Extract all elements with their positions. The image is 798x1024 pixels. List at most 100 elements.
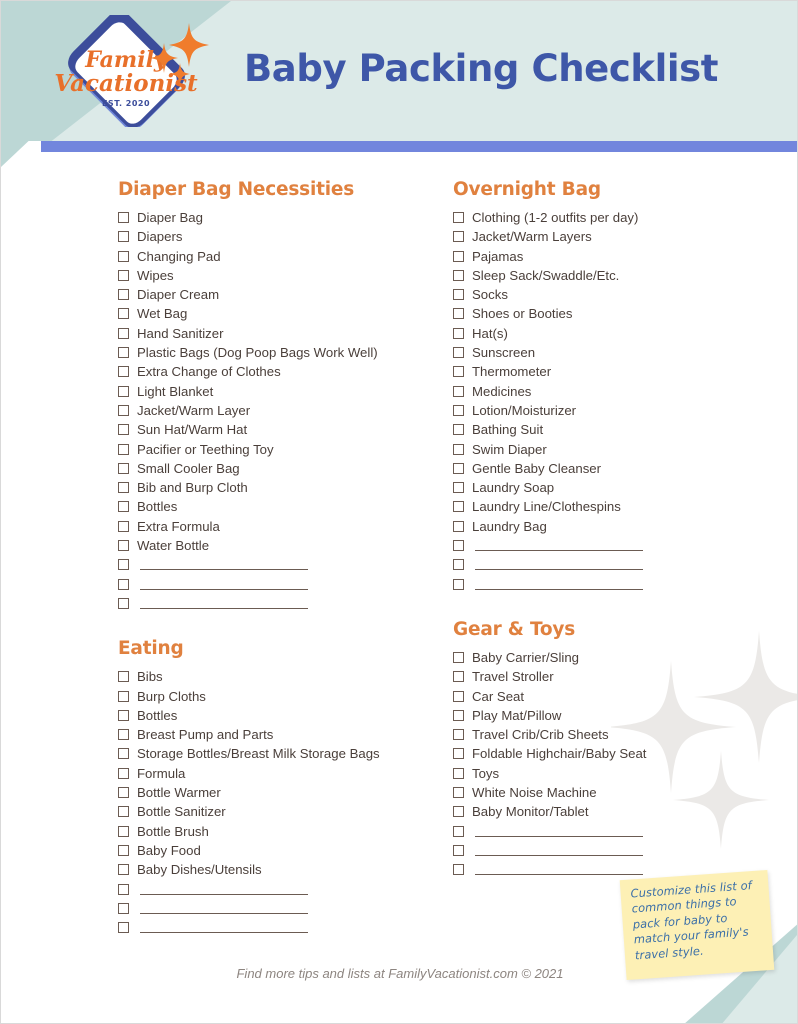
- checklist-item[interactable]: Diaper Cream: [118, 286, 448, 305]
- checklist-item[interactable]: White Noise Machine: [453, 784, 783, 803]
- checkbox-icon[interactable]: [118, 366, 129, 378]
- checklist-item[interactable]: Lotion/Moisturizer: [453, 402, 783, 421]
- checkbox-icon[interactable]: [453, 404, 464, 416]
- checkbox-icon[interactable]: [453, 212, 464, 223]
- checklist-item[interactable]: Extra Formula: [118, 518, 448, 537]
- checklist-item[interactable]: Jacket/Warm Layers: [453, 228, 783, 247]
- checkbox-icon[interactable]: [453, 443, 464, 455]
- checkbox-icon[interactable]: [453, 690, 464, 702]
- checkbox-icon[interactable]: [453, 327, 464, 339]
- checkbox-icon[interactable]: [453, 651, 464, 663]
- checklist-item[interactable]: Water Bottle: [118, 537, 448, 556]
- checklist-item[interactable]: Storage Bottles/Breast Milk Storage Bags: [118, 745, 448, 764]
- checkbox-icon[interactable]: [118, 844, 129, 856]
- checklist-item[interactable]: Play Mat/Pillow: [453, 707, 783, 726]
- checkbox-icon[interactable]: [118, 902, 129, 914]
- write-in-line[interactable]: [140, 912, 308, 914]
- checkbox-icon[interactable]: [118, 250, 129, 262]
- checklist-item[interactable]: Pacifier or Teething Toy: [118, 441, 448, 460]
- checkbox-icon[interactable]: [118, 501, 129, 513]
- checkbox-icon[interactable]: [118, 690, 129, 702]
- checkbox-icon[interactable]: [118, 806, 129, 818]
- checklist-item[interactable]: Travel Stroller: [453, 668, 783, 687]
- checkbox-icon[interactable]: [118, 289, 129, 301]
- checkbox-icon[interactable]: [453, 825, 464, 837]
- checklist-write-in-row[interactable]: [118, 576, 448, 595]
- checkbox-icon[interactable]: [453, 806, 464, 818]
- checkbox-icon[interactable]: [453, 462, 464, 474]
- checkbox-icon[interactable]: [118, 883, 129, 895]
- checklist-item[interactable]: Laundry Line/Clothespins: [453, 498, 783, 517]
- checkbox-icon[interactable]: [118, 443, 129, 455]
- checkbox-icon[interactable]: [453, 289, 464, 301]
- checklist-item[interactable]: Bathing Suit: [453, 421, 783, 440]
- checkbox-icon[interactable]: [118, 385, 129, 397]
- checklist-item[interactable]: Clothing (1-2 outfits per day): [453, 209, 783, 228]
- checklist-write-in-row[interactable]: [118, 595, 448, 614]
- checklist-item[interactable]: Burp Cloths: [118, 688, 448, 707]
- checkbox-icon[interactable]: [118, 922, 129, 934]
- checklist-item[interactable]: Swim Diaper: [453, 441, 783, 460]
- checklist-item[interactable]: Socks: [453, 286, 783, 305]
- checklist-item[interactable]: Hat(s): [453, 325, 783, 344]
- checkbox-icon[interactable]: [453, 501, 464, 513]
- checkbox-icon[interactable]: [453, 520, 464, 532]
- checklist-item[interactable]: Sleep Sack/Swaddle/Etc.: [453, 267, 783, 286]
- checklist-write-in-row[interactable]: [118, 900, 448, 919]
- write-in-line[interactable]: [140, 607, 308, 609]
- checklist-write-in-row[interactable]: [453, 842, 783, 861]
- checkbox-icon[interactable]: [118, 347, 129, 359]
- write-in-line[interactable]: [475, 569, 643, 571]
- checkbox-icon[interactable]: [453, 748, 464, 760]
- checklist-item[interactable]: Hand Sanitizer: [118, 325, 448, 344]
- checklist-item[interactable]: Pajamas: [453, 248, 783, 267]
- checklist-item[interactable]: Bottle Brush: [118, 823, 448, 842]
- checklist-item[interactable]: Bottles: [118, 498, 448, 517]
- checkbox-icon[interactable]: [118, 729, 129, 741]
- checklist-item[interactable]: Plastic Bags (Dog Poop Bags Work Well): [118, 344, 448, 363]
- checklist-write-in-row[interactable]: [118, 556, 448, 575]
- write-in-line[interactable]: [140, 932, 308, 934]
- checklist-write-in-row[interactable]: [118, 919, 448, 938]
- checklist-item[interactable]: Sunscreen: [453, 344, 783, 363]
- write-in-line[interactable]: [140, 893, 308, 895]
- checklist-item[interactable]: Diapers: [118, 228, 448, 247]
- checklist-write-in-row[interactable]: [118, 881, 448, 900]
- checklist-item[interactable]: Diaper Bag: [118, 209, 448, 228]
- checklist-item[interactable]: Thermometer: [453, 363, 783, 382]
- checklist-item[interactable]: Wet Bag: [118, 305, 448, 324]
- checkbox-icon[interactable]: [453, 347, 464, 359]
- write-in-line[interactable]: [140, 588, 308, 590]
- checkbox-icon[interactable]: [118, 825, 129, 837]
- checklist-write-in-row[interactable]: [453, 556, 783, 575]
- checkbox-icon[interactable]: [453, 559, 464, 571]
- checklist-write-in-row[interactable]: [453, 576, 783, 595]
- checkbox-icon[interactable]: [118, 424, 129, 436]
- checklist-item[interactable]: Extra Change of Clothes: [118, 363, 448, 382]
- checkbox-icon[interactable]: [118, 597, 129, 609]
- write-in-line[interactable]: [475, 854, 643, 856]
- checkbox-icon[interactable]: [118, 787, 129, 799]
- checkbox-icon[interactable]: [453, 385, 464, 397]
- checkbox-icon[interactable]: [453, 366, 464, 378]
- checklist-item[interactable]: Laundry Soap: [453, 479, 783, 498]
- checkbox-icon[interactable]: [453, 844, 464, 856]
- checklist-item[interactable]: Sun Hat/Warm Hat: [118, 421, 448, 440]
- checklist-item[interactable]: Toys: [453, 765, 783, 784]
- checkbox-icon[interactable]: [118, 462, 129, 474]
- checkbox-icon[interactable]: [118, 520, 129, 532]
- checklist-item[interactable]: Medicines: [453, 383, 783, 402]
- checkbox-icon[interactable]: [453, 709, 464, 721]
- checklist-item[interactable]: Light Blanket: [118, 383, 448, 402]
- checkbox-icon[interactable]: [453, 540, 464, 552]
- checklist-item[interactable]: Changing Pad: [118, 248, 448, 267]
- checkbox-icon[interactable]: [118, 767, 129, 779]
- checklist-item[interactable]: Bottle Warmer: [118, 784, 448, 803]
- checkbox-icon[interactable]: [453, 864, 464, 876]
- checklist-item[interactable]: Baby Monitor/Tablet: [453, 803, 783, 822]
- checkbox-icon[interactable]: [453, 671, 464, 683]
- checkbox-icon[interactable]: [453, 767, 464, 779]
- checklist-item[interactable]: Breast Pump and Parts: [118, 726, 448, 745]
- checkbox-icon[interactable]: [118, 709, 129, 721]
- checkbox-icon[interactable]: [118, 327, 129, 339]
